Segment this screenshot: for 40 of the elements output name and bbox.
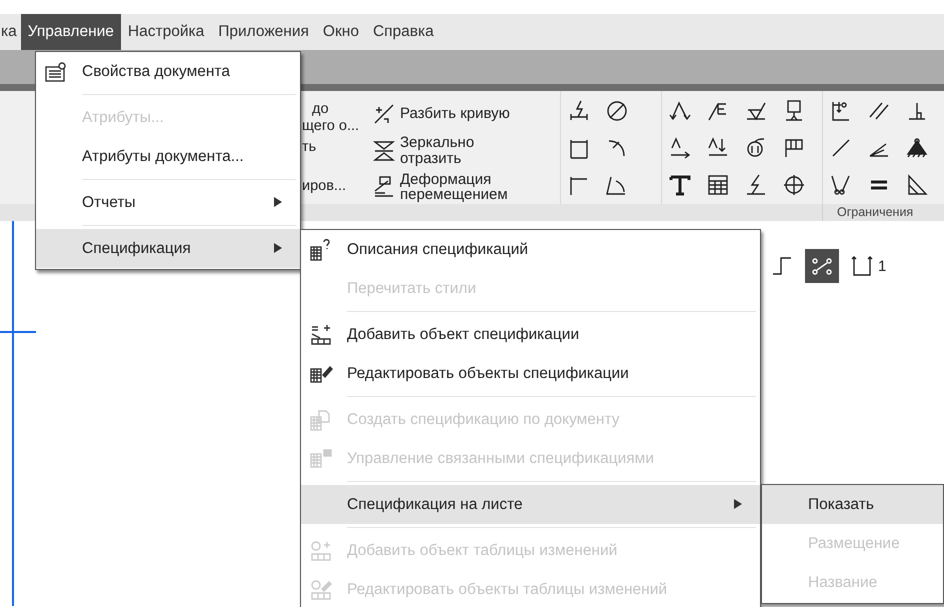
menu-item[interactable]: Добавить объект спецификации <box>301 315 760 354</box>
circle-pencil-table-icon <box>309 578 333 600</box>
arrow-underline-icon <box>668 136 692 160</box>
table-plus-icon <box>309 324 333 346</box>
toolbar-button[interactable]: 1 <box>845 249 892 283</box>
slashed-circle-icon <box>605 99 629 123</box>
caret-arrows-icon <box>668 99 692 123</box>
menu-bar-item[interactable]: Приложения <box>211 14 316 50</box>
circle-plus-table-icon <box>309 540 333 562</box>
menu-item[interactable]: Атрибуты документа... <box>36 137 300 180</box>
ribbon-label[interactable]: иров... <box>302 178 372 195</box>
split-curve-icon <box>372 102 396 126</box>
menu-bar-item[interactable]: ка <box>0 14 21 50</box>
menu-item[interactable]: Отчеты <box>36 183 300 226</box>
crosshair-circle-icon <box>782 173 806 197</box>
fixed-support-icon <box>905 136 929 160</box>
menu-item[interactable]: Спецификация <box>36 229 300 268</box>
ribbon-label[interactable]: ть <box>302 139 372 156</box>
menu-item[interactable]: Редактировать объекты спецификации <box>301 354 760 397</box>
ribbon-label[interactable]: до <box>302 101 372 118</box>
table-folder-icon <box>309 448 333 470</box>
ribbon-label[interactable]: щего о... <box>302 118 372 135</box>
table-icon <box>706 173 730 197</box>
text-tool-icon <box>668 173 692 197</box>
split-curve-button[interactable]: Разбить кривую <box>372 97 560 131</box>
lightning-icon <box>744 173 768 197</box>
dimension-points-icon <box>850 254 874 278</box>
menu-bar-item[interactable]: Настройка <box>120 14 212 50</box>
toolbar-button[interactable] <box>805 249 839 283</box>
mirror-icon <box>372 138 396 162</box>
menu-item[interactable]: Показать <box>762 485 943 524</box>
menu-bar-item[interactable]: Окно <box>316 14 366 50</box>
menu-item[interactable]: Описания спецификаций <box>301 230 760 269</box>
move-deform-button[interactable]: Деформация перемещением <box>372 170 560 204</box>
menu-bar-item[interactable]: Управление <box>20 14 121 50</box>
document-settings-icon <box>44 60 68 82</box>
mirror-button[interactable]: Зеркально отразить <box>372 134 560 168</box>
menu-bar-item[interactable]: Справка <box>366 14 441 50</box>
deform-icon <box>372 175 396 200</box>
menu-item[interactable]: Свойства документа <box>36 52 300 95</box>
